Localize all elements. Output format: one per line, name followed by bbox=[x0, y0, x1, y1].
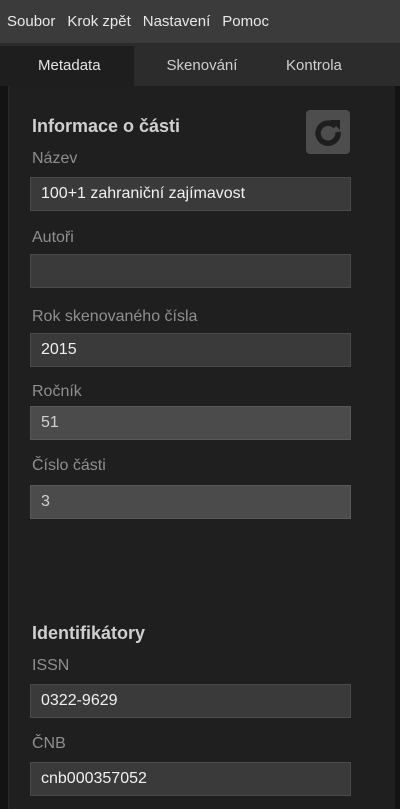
cnb-field[interactable]: cnb000357052 bbox=[30, 762, 351, 796]
label-issn: ISSN bbox=[32, 657, 70, 674]
tab-metadata[interactable]: Metadata bbox=[0, 46, 134, 86]
autori-field[interactable] bbox=[30, 254, 351, 288]
label-cnb: ČNB bbox=[32, 735, 66, 752]
label-cislo-casti: Číslo části bbox=[32, 457, 106, 474]
menu-krok-zpet[interactable]: Krok zpět bbox=[61, 0, 136, 43]
tab-skenovani[interactable]: Skenování bbox=[134, 46, 270, 86]
refresh-button[interactable] bbox=[306, 110, 350, 154]
rok-field[interactable]: 2015 bbox=[30, 333, 351, 367]
tab-kontrola[interactable]: Kontrola bbox=[270, 46, 356, 86]
issn-field[interactable]: 0322-9629 bbox=[30, 684, 351, 718]
refresh-icon bbox=[315, 120, 341, 146]
menu-soubor[interactable]: Soubor bbox=[0, 0, 61, 43]
cislo-casti-field: 3 bbox=[30, 485, 351, 519]
menu-nastaveni[interactable]: Nastavení bbox=[137, 0, 217, 43]
nazev-field[interactable]: 100+1 zahraniční zajímavost bbox=[30, 177, 351, 211]
label-nazev: Název bbox=[32, 150, 78, 167]
label-autori: Autoři bbox=[32, 229, 74, 246]
menu-pomoc[interactable]: Pomoc bbox=[216, 0, 275, 43]
label-rok: Rok skenovaného čísla bbox=[32, 308, 198, 325]
rocnik-field: 51 bbox=[30, 406, 351, 440]
section-title-part-info: Informace o části bbox=[32, 116, 181, 136]
label-rocnik: Ročník bbox=[32, 383, 82, 400]
tab-bar: Metadata Skenování Kontrola bbox=[0, 44, 400, 86]
section-title-identifiers: Identifikátory bbox=[32, 623, 146, 643]
menu-bar: Soubor Krok zpět Nastavení Pomoc bbox=[0, 0, 400, 44]
